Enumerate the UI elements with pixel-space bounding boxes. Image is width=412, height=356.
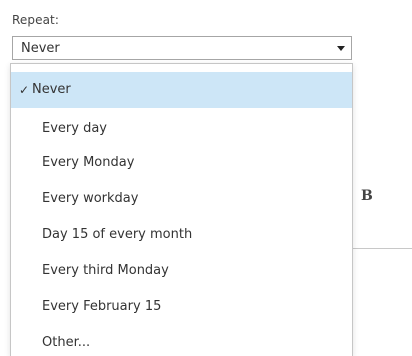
repeat-option-label: Every third Monday bbox=[42, 263, 169, 278]
repeat-option-every-third-monday[interactable]: Every third Monday bbox=[11, 253, 352, 289]
repeat-dropdown-list: ✓ Never Every day Every Monday Every wor… bbox=[10, 63, 353, 356]
repeat-option-other[interactable]: Other... bbox=[11, 325, 352, 356]
chevron-down-icon[interactable] bbox=[337, 46, 345, 51]
repeat-option-label: Day 15 of every month bbox=[42, 227, 193, 242]
repeat-option-every-workday[interactable]: Every workday bbox=[11, 181, 352, 217]
background-bold-letter: B bbox=[361, 188, 373, 204]
repeat-option-every-monday[interactable]: Every Monday bbox=[11, 145, 352, 181]
repeat-option-label: Other... bbox=[42, 335, 91, 350]
repeat-select-value: Never bbox=[21, 41, 60, 56]
repeat-option-day-15-monthly[interactable]: Day 15 of every month bbox=[11, 217, 352, 253]
repeat-option-never[interactable]: ✓ Never bbox=[11, 72, 352, 108]
checkmark-icon: ✓ bbox=[19, 83, 30, 97]
repeat-option-label: Every Monday bbox=[42, 155, 135, 170]
background-divider bbox=[352, 248, 412, 249]
repeat-option-label: Every workday bbox=[42, 191, 139, 206]
repeat-option-label: Every day bbox=[42, 121, 107, 136]
repeat-option-label: Every February 15 bbox=[42, 299, 162, 314]
repeat-option-label: Never bbox=[32, 82, 71, 97]
repeat-option-every-february-15[interactable]: Every February 15 bbox=[11, 289, 352, 325]
repeat-option-every-day[interactable]: Every day bbox=[11, 111, 352, 147]
repeat-picker-panel: Repeat: Never B ✓ Never Every day Every … bbox=[0, 0, 412, 356]
repeat-label: Repeat: bbox=[12, 13, 59, 27]
repeat-select[interactable]: Never bbox=[12, 36, 352, 60]
